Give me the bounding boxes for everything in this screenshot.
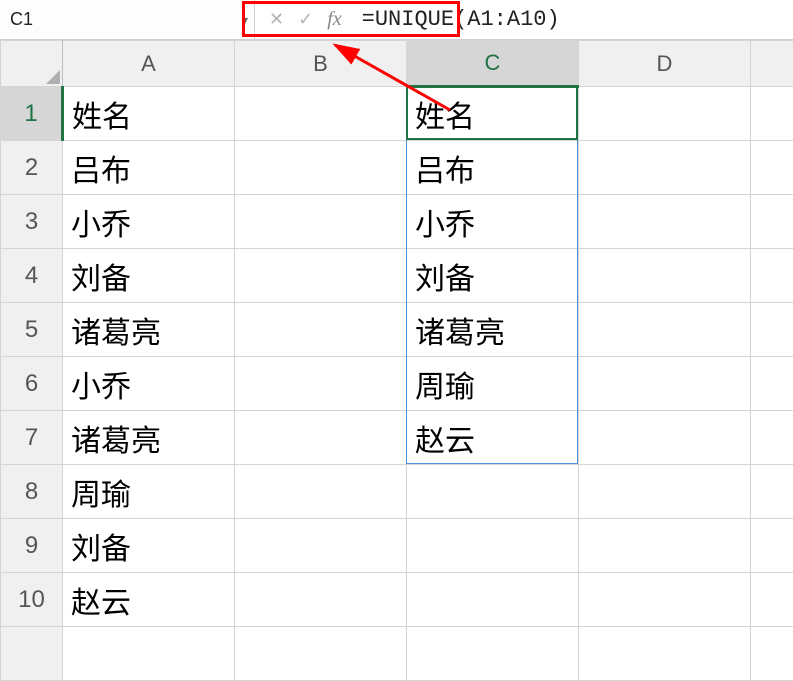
cell-c5[interactable]: 诸葛亮 bbox=[407, 303, 579, 357]
col-header-d[interactable]: D bbox=[579, 41, 751, 87]
cell-d2[interactable] bbox=[579, 141, 751, 195]
cell-b5[interactable] bbox=[235, 303, 407, 357]
row-header-2[interactable]: 2 bbox=[1, 141, 63, 195]
cell-c3[interactable]: 小乔 bbox=[407, 195, 579, 249]
cell-b1[interactable] bbox=[235, 87, 407, 141]
cell-a3[interactable]: 小乔 bbox=[63, 195, 235, 249]
cell-a1[interactable]: 姓名 bbox=[63, 87, 235, 141]
cell-a7[interactable]: 诸葛亮 bbox=[63, 411, 235, 465]
row-header-3[interactable]: 3 bbox=[1, 195, 63, 249]
cell-e8[interactable] bbox=[751, 465, 793, 519]
cell-c9[interactable] bbox=[407, 519, 579, 573]
select-all-corner[interactable] bbox=[1, 41, 63, 87]
cell-e5[interactable] bbox=[751, 303, 793, 357]
cell-a4[interactable]: 刘备 bbox=[63, 249, 235, 303]
cell-e7[interactable] bbox=[751, 411, 793, 465]
cell-b8[interactable] bbox=[235, 465, 407, 519]
cell-c6[interactable]: 周瑜 bbox=[407, 357, 579, 411]
name-box-dropdown-icon[interactable]: ▾ bbox=[242, 13, 248, 27]
cell-d3[interactable] bbox=[579, 195, 751, 249]
cell-a2[interactable]: 吕布 bbox=[63, 141, 235, 195]
cell-b4[interactable] bbox=[235, 249, 407, 303]
enter-icon[interactable]: ✓ bbox=[298, 9, 313, 30]
cell-e2[interactable] bbox=[751, 141, 793, 195]
cell-c1[interactable]: 姓名 bbox=[407, 87, 579, 141]
cell-e9[interactable] bbox=[751, 519, 793, 573]
cell-e4[interactable] bbox=[751, 249, 793, 303]
spreadsheet-grid: A B C D 1 姓名 姓名 2 吕布 吕布 3 小乔 小乔 4 刘备 刘备 bbox=[0, 40, 793, 681]
cell-c8[interactable] bbox=[407, 465, 579, 519]
col-header-extra[interactable] bbox=[751, 41, 793, 87]
cell-c7[interactable]: 赵云 bbox=[407, 411, 579, 465]
grid-table[interactable]: A B C D 1 姓名 姓名 2 吕布 吕布 3 小乔 小乔 4 刘备 刘备 bbox=[0, 40, 793, 681]
cell-e1[interactable] bbox=[751, 87, 793, 141]
cell-e3[interactable] bbox=[751, 195, 793, 249]
cell-c4[interactable]: 刘备 bbox=[407, 249, 579, 303]
cell-c2[interactable]: 吕布 bbox=[407, 141, 579, 195]
cell-a5[interactable]: 诸葛亮 bbox=[63, 303, 235, 357]
col-header-c[interactable]: C bbox=[407, 41, 579, 87]
row-header-11[interactable] bbox=[1, 627, 63, 681]
cell-d8[interactable] bbox=[579, 465, 751, 519]
fx-icon[interactable]: fx bbox=[327, 8, 341, 31]
row-header-7[interactable]: 7 bbox=[1, 411, 63, 465]
row-header-5[interactable]: 5 bbox=[1, 303, 63, 357]
cell-a8[interactable]: 周瑜 bbox=[63, 465, 235, 519]
cell-d6[interactable] bbox=[579, 357, 751, 411]
cell-a11[interactable] bbox=[63, 627, 235, 681]
formula-bar-icons: ✕ ✓ fx bbox=[255, 0, 356, 39]
row-header-4[interactable]: 4 bbox=[1, 249, 63, 303]
name-box[interactable] bbox=[10, 9, 242, 30]
cell-b9[interactable] bbox=[235, 519, 407, 573]
cell-d7[interactable] bbox=[579, 411, 751, 465]
cell-a10[interactable]: 赵云 bbox=[63, 573, 235, 627]
name-box-container[interactable]: ▾ bbox=[0, 0, 255, 39]
cell-d9[interactable] bbox=[579, 519, 751, 573]
cell-b6[interactable] bbox=[235, 357, 407, 411]
col-header-b[interactable]: B bbox=[235, 41, 407, 87]
cell-d5[interactable] bbox=[579, 303, 751, 357]
col-header-a[interactable]: A bbox=[63, 41, 235, 87]
row-header-9[interactable]: 9 bbox=[1, 519, 63, 573]
cell-d1[interactable] bbox=[579, 87, 751, 141]
formula-bar-row: ▾ ✕ ✓ fx =UNIQUE(A1:A10) bbox=[0, 0, 793, 40]
cell-b11[interactable] bbox=[235, 627, 407, 681]
cell-e11[interactable] bbox=[751, 627, 793, 681]
cancel-icon[interactable]: ✕ bbox=[269, 9, 284, 30]
row-header-10[interactable]: 10 bbox=[1, 573, 63, 627]
cell-c10[interactable] bbox=[407, 573, 579, 627]
cell-d11[interactable] bbox=[579, 627, 751, 681]
cell-e6[interactable] bbox=[751, 357, 793, 411]
cell-a9[interactable]: 刘备 bbox=[63, 519, 235, 573]
cell-c11[interactable] bbox=[407, 627, 579, 681]
cell-b2[interactable] bbox=[235, 141, 407, 195]
row-header-1[interactable]: 1 bbox=[1, 87, 63, 141]
row-header-8[interactable]: 8 bbox=[1, 465, 63, 519]
cell-d10[interactable] bbox=[579, 573, 751, 627]
row-header-6[interactable]: 6 bbox=[1, 357, 63, 411]
cell-a6[interactable]: 小乔 bbox=[63, 357, 235, 411]
cell-d4[interactable] bbox=[579, 249, 751, 303]
cell-b3[interactable] bbox=[235, 195, 407, 249]
cell-b7[interactable] bbox=[235, 411, 407, 465]
formula-bar-input[interactable]: =UNIQUE(A1:A10) bbox=[356, 7, 793, 32]
cell-b10[interactable] bbox=[235, 573, 407, 627]
cell-e10[interactable] bbox=[751, 573, 793, 627]
